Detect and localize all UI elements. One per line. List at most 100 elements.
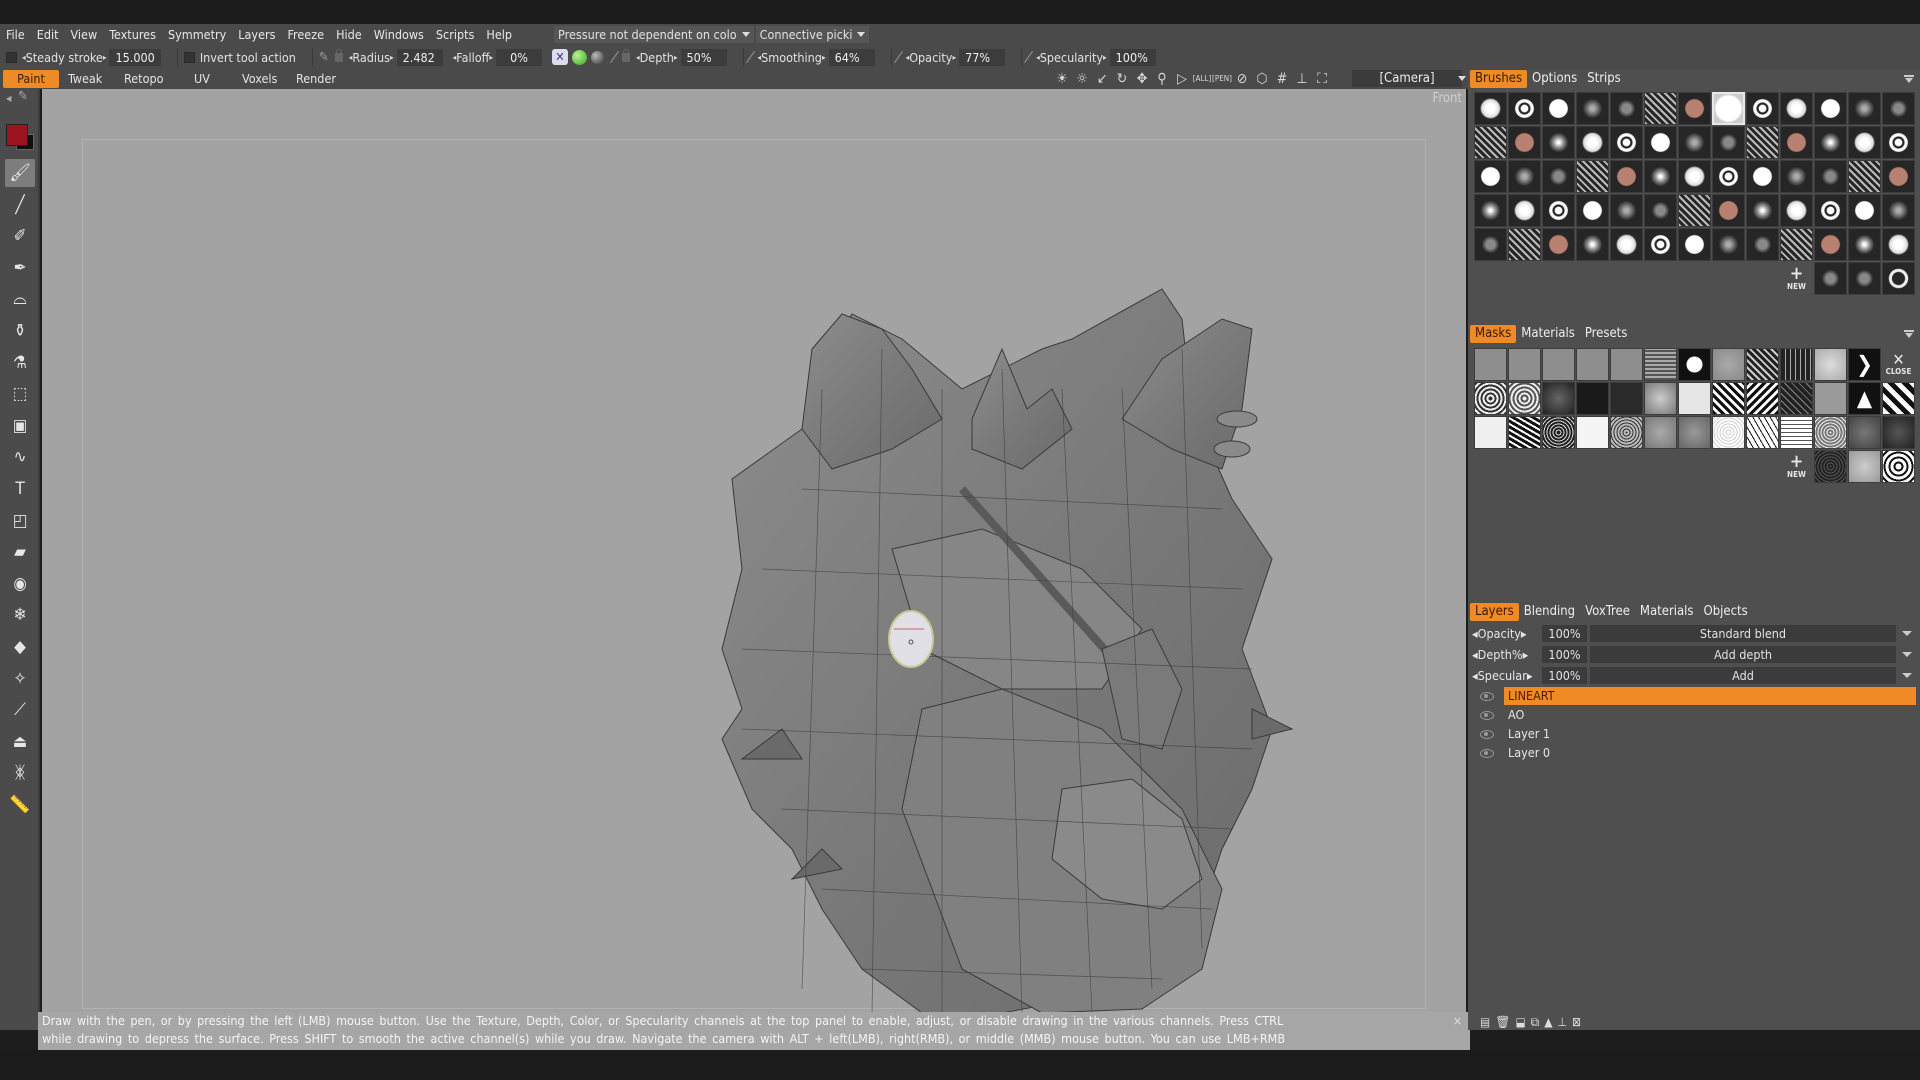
- layer-opacity-value[interactable]: 100%: [1542, 625, 1587, 642]
- mask-thumb[interactable]: [1610, 382, 1643, 415]
- invert-tool-control[interactable]: Invert tool action: [183, 50, 296, 65]
- brush-alpha-thumb[interactable]: [1474, 160, 1507, 193]
- smudge-icon[interactable]: ⌓: [5, 285, 35, 313]
- menu-help[interactable]: Help: [480, 27, 518, 42]
- brush-alpha-thumb[interactable]: [1508, 92, 1541, 125]
- pressure-dropdown[interactable]: Pressure not dependent on colo: [554, 25, 754, 43]
- axis-icon[interactable]: ⊥: [1292, 70, 1312, 88]
- brush-alpha-thumb[interactable]: [1474, 126, 1507, 159]
- increment-arrow-icon[interactable]: ▸: [390, 53, 394, 62]
- play-icon[interactable]: ▷: [1172, 70, 1192, 88]
- opacity-blend-mode-dropdown[interactable]: Standard blend: [1590, 625, 1896, 642]
- menu-hide[interactable]: Hide: [330, 27, 368, 42]
- mask-thumb[interactable]: [1474, 416, 1507, 449]
- brush-alpha-thumb[interactable]: [1712, 194, 1745, 227]
- grid-icon[interactable]: #: [1272, 70, 1292, 88]
- brush-alpha-thumb[interactable]: [1678, 126, 1711, 159]
- brush-alpha-thumb[interactable]: [1780, 228, 1813, 261]
- dropper-icon[interactable]: ⟋: [5, 696, 35, 724]
- tab-render[interactable]: Render: [288, 70, 344, 88]
- mask-thumb[interactable]: [1712, 416, 1745, 449]
- brush-alpha-thumb[interactable]: [1814, 228, 1847, 261]
- mask-thumb[interactable]: [1644, 348, 1677, 381]
- mask-thumb[interactable]: [1882, 450, 1915, 483]
- mask-thumb[interactable]: [1474, 382, 1507, 415]
- mask-thumb[interactable]: ❯: [1848, 348, 1881, 381]
- camera-dropdown[interactable]: [Camera]: [1352, 70, 1462, 87]
- layer-item[interactable]: Layer 0: [1472, 744, 1916, 762]
- fill-bucket-icon[interactable]: ◆: [5, 633, 35, 661]
- panel-menu-icon[interactable]: [1904, 330, 1914, 338]
- freeze-icon[interactable]: ❄: [5, 601, 35, 629]
- invert-tool-checkbox[interactable]: [183, 51, 195, 63]
- visibility-eye-icon[interactable]: [1480, 729, 1494, 739]
- opacity-control[interactable]: ◂ Opacity ▸ 77%: [893, 48, 1006, 66]
- smoothing-value[interactable]: 64%: [828, 48, 875, 66]
- brush-alpha-thumb[interactable]: [1508, 194, 1541, 227]
- layer-depth-value[interactable]: 100%: [1542, 646, 1587, 663]
- move-icon[interactable]: ✥: [1132, 70, 1152, 88]
- menu-file[interactable]: File: [0, 27, 31, 42]
- primary-color-swatch[interactable]: [6, 124, 28, 146]
- rect-select-icon[interactable]: ◰: [5, 507, 35, 535]
- brush-alpha-thumb[interactable]: [1644, 126, 1677, 159]
- mask-thumb[interactable]: [1678, 416, 1711, 449]
- magic-wand-icon[interactable]: ✧: [5, 665, 35, 693]
- brush-alpha-thumb[interactable]: [1780, 194, 1813, 227]
- lasso-icon[interactable]: ⬚: [5, 380, 35, 408]
- pen-pressure-icon[interactable]: [610, 50, 619, 64]
- mask-thumb[interactable]: [1814, 382, 1847, 415]
- layer-item[interactable]: LINEART: [1472, 687, 1916, 705]
- frame-all-icon[interactable]: [ALL]: [1192, 70, 1212, 88]
- pen-pressure-icon[interactable]: [1024, 50, 1033, 64]
- brush-alpha-thumb[interactable]: [1712, 228, 1745, 261]
- brush-alpha-thumb[interactable]: [1610, 228, 1643, 261]
- brush-alpha-thumb[interactable]: [1644, 92, 1677, 125]
- tab-uv[interactable]: UV: [186, 70, 218, 88]
- tab-strips[interactable]: Strips: [1582, 70, 1626, 88]
- move-up-icon[interactable]: ▲: [1544, 1015, 1552, 1030]
- steady-stroke-control[interactable]: ◂ Steady stroke ▸ 15.000: [6, 48, 161, 66]
- brush-alpha-thumb[interactable]: [1814, 194, 1847, 227]
- depth-value[interactable]: 50%: [680, 48, 727, 66]
- depth-control[interactable]: ◂ Depth ▸ 50%: [610, 48, 727, 66]
- mask-thumb[interactable]: [1542, 382, 1575, 415]
- fill-icon[interactable]: ▣: [5, 412, 35, 440]
- brush-alpha-thumb[interactable]: [1848, 262, 1881, 295]
- brush-alpha-thumb[interactable]: [1644, 194, 1677, 227]
- text-icon[interactable]: T: [5, 475, 35, 503]
- mask-thumb[interactable]: [1746, 348, 1779, 381]
- disable-depth-icon[interactable]: ✕: [552, 49, 568, 65]
- tab-options[interactable]: Options: [1527, 70, 1582, 88]
- color-channel-icon[interactable]: [572, 49, 587, 65]
- menu-view[interactable]: View: [65, 27, 104, 42]
- mask-thumb[interactable]: [1508, 416, 1541, 449]
- tab-paint[interactable]: Paint: [3, 70, 59, 88]
- lock-icon[interactable]: [334, 48, 343, 62]
- brush-alpha-thumb[interactable]: [1576, 92, 1609, 125]
- mask-thumb[interactable]: [1542, 416, 1575, 449]
- increment-arrow-icon[interactable]: ▸: [952, 53, 956, 62]
- menu-symmetry[interactable]: Symmetry: [162, 27, 232, 42]
- steady-stroke-value[interactable]: 15.000: [109, 48, 161, 66]
- light-direction-icon[interactable]: ↙: [1092, 70, 1112, 88]
- brush-alpha-thumb[interactable]: [1508, 228, 1541, 261]
- 3d-viewport[interactable]: Front: [42, 89, 1466, 1013]
- butterfly-icon[interactable]: ᛤ: [5, 759, 35, 787]
- pen-pressure-icon[interactable]: ✎: [319, 50, 329, 65]
- brush-alpha-thumb[interactable]: [1610, 160, 1643, 193]
- brush-alpha-thumb[interactable]: [1576, 160, 1609, 193]
- close-masks-button[interactable]: ✕ CLOSE: [1882, 348, 1915, 381]
- menu-freeze[interactable]: Freeze: [281, 27, 330, 42]
- brush-alpha-thumb[interactable]: [1678, 92, 1711, 125]
- mask-thumb[interactable]: [1508, 348, 1541, 381]
- mask-thumb[interactable]: [1814, 450, 1847, 483]
- visibility-eye-icon[interactable]: [1480, 691, 1494, 701]
- brush-alpha-thumb[interactable]: [1644, 160, 1677, 193]
- tab-layer-materials[interactable]: Materials: [1635, 603, 1699, 621]
- mask-thumb[interactable]: [1780, 382, 1813, 415]
- brush-alpha-thumb[interactable]: [1542, 228, 1575, 261]
- tab-masks[interactable]: Masks: [1470, 325, 1517, 343]
- brush-alpha-thumb[interactable]: [1848, 160, 1881, 193]
- clear-layer-icon[interactable]: ⊠: [1572, 1015, 1581, 1030]
